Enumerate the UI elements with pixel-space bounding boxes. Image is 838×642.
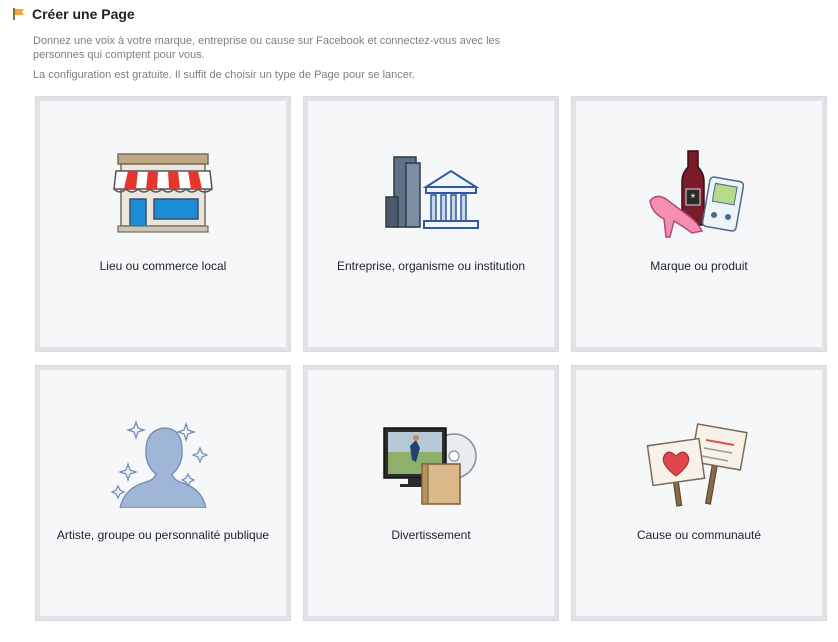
category-card-brand-product[interactable]: * Marque ou produit [571, 96, 827, 352]
public-figure-icon [110, 420, 209, 508]
category-label: Artiste, groupe ou personnalité publique [56, 528, 270, 542]
page-setup-note: La configuration est gratuite. Il suffit… [33, 69, 415, 81]
page-flag-icon [13, 8, 24, 20]
storefront-icon [113, 153, 213, 233]
category-card-local-business[interactable]: Lieu ou commerce local [35, 96, 291, 352]
category-label: Divertissement [391, 528, 471, 542]
category-card-cause-community[interactable]: Cause ou communauté [571, 365, 827, 621]
category-label: Lieu ou commerce local [99, 259, 227, 273]
cause-signs-icon [646, 423, 748, 507]
entertainment-icon [383, 427, 477, 505]
svg-text:*: * [691, 191, 696, 205]
category-label: Cause ou communauté [636, 528, 762, 542]
category-card-company[interactable]: Entreprise, organisme ou institution [303, 96, 559, 352]
buildings-icon [385, 156, 480, 229]
category-label: Marque ou produit [650, 259, 748, 273]
category-card-entertainment[interactable]: Divertissement [303, 365, 559, 621]
page-description: Donnez une voix à votre marque, entrepri… [33, 35, 501, 61]
products-icon: * [649, 150, 745, 238]
category-label: Entreprise, organisme ou institution [336, 259, 526, 273]
page-header: Créer une Page [12, 6, 135, 22]
category-card-artist-public-figure[interactable]: Artiste, groupe ou personnalité publique [35, 365, 291, 621]
page-title: Créer une Page [32, 6, 135, 22]
